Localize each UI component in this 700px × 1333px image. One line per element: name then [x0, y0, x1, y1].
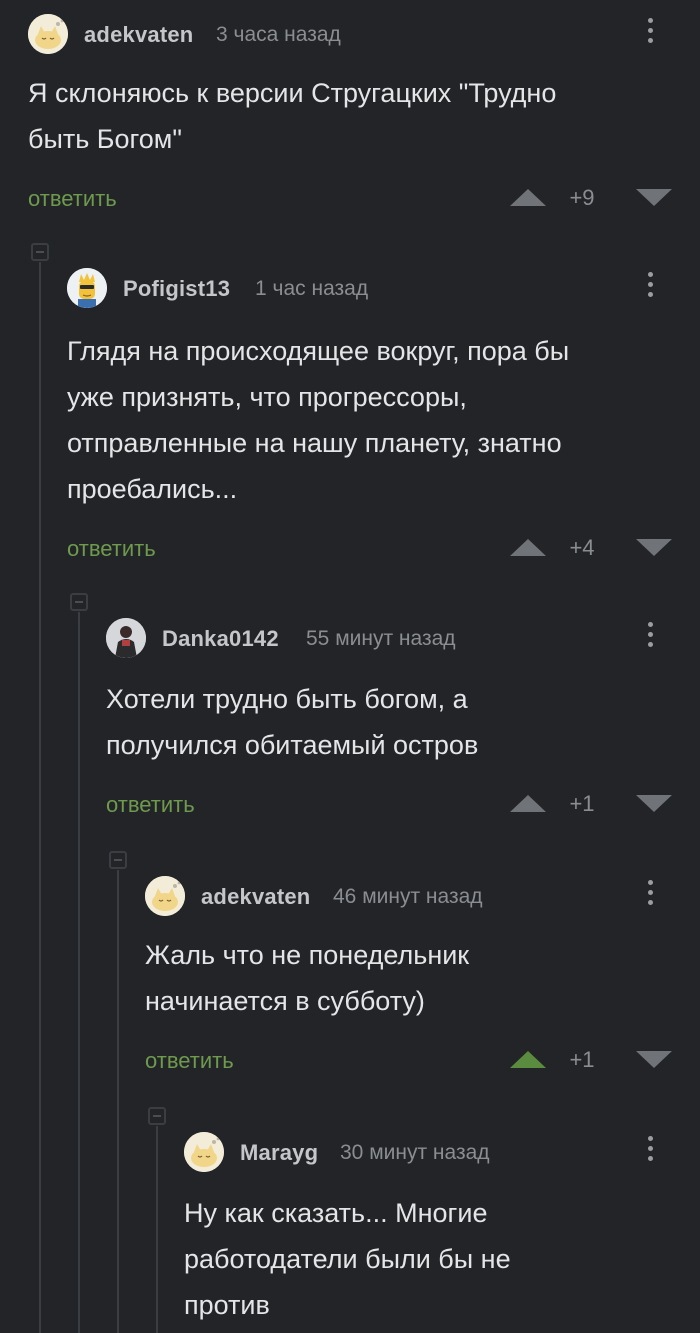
comment-time: 55 минут назад	[306, 627, 456, 650]
comment-score: +9	[569, 185, 595, 210]
username[interactable]: Pofigist13	[123, 276, 230, 302]
comment-time: 1 час назад	[255, 277, 369, 300]
comment-text: Жаль что не понедельник начинается в суб…	[145, 940, 470, 1016]
thread-line	[117, 870, 119, 1333]
upvote-icon[interactable]	[510, 189, 546, 206]
comment-text: Ну как сказать... Многие работодатели бы…	[184, 1198, 511, 1320]
simpson-character-avatar[interactable]	[67, 268, 107, 308]
upvote-icon[interactable]	[510, 539, 546, 556]
upvote-icon[interactable]	[510, 1051, 546, 1068]
downvote-icon[interactable]	[636, 795, 672, 812]
vote-controls: +9	[502, 183, 672, 213]
username[interactable]: adekvaten	[201, 884, 310, 910]
upvote-icon[interactable]	[510, 795, 546, 812]
username[interactable]: Danka0142	[162, 626, 279, 652]
comment-header: adekvaten 46 минут назад	[117, 862, 700, 932]
reply-button[interactable]: ответить	[145, 1048, 234, 1074]
cat-sleeping-avatar[interactable]	[145, 876, 185, 916]
more-options-icon[interactable]	[642, 18, 658, 52]
comment-text: Хотели трудно быть богом, а получился об…	[106, 684, 479, 760]
downvote-icon[interactable]	[636, 1051, 672, 1068]
username[interactable]: adekvaten	[84, 22, 193, 48]
comment-time: 30 минут назад	[340, 1141, 490, 1164]
comment-text: Глядя на происходящее вокруг, пора бы уж…	[67, 336, 570, 504]
comment-text: Я склоняюсь к версии Стругацких "Трудно …	[28, 78, 557, 154]
more-options-icon[interactable]	[642, 1136, 658, 1170]
comment-score: +1	[569, 791, 595, 816]
vote-controls: +1	[502, 1045, 672, 1075]
thread-line	[78, 612, 80, 1333]
cat-sleeping-avatar[interactable]	[184, 1132, 224, 1172]
downvote-icon[interactable]	[636, 189, 672, 206]
username[interactable]: Marayg	[240, 1140, 318, 1166]
thread-line	[39, 262, 41, 1333]
downvote-icon[interactable]	[636, 539, 672, 556]
comment: Pofigist13 1 час назад Глядя на происход…	[39, 254, 700, 561]
comment-time: 3 часа назад	[216, 23, 341, 46]
comment: adekvaten 3 часа назад Я склоняюсь к вер…	[0, 0, 700, 211]
cat-sleeping-avatar[interactable]	[28, 14, 68, 54]
reply-button[interactable]: ответить	[28, 186, 117, 212]
reply-button[interactable]: ответить	[67, 536, 156, 562]
reply-button[interactable]: ответить	[106, 792, 195, 818]
comment-header: Pofigist13 1 час назад	[39, 254, 700, 324]
more-options-icon[interactable]	[642, 880, 658, 914]
comment: adekvaten 46 минут назад Жаль что не пон…	[117, 862, 700, 1073]
comment-header: adekvaten 3 часа назад	[0, 0, 700, 70]
comment-time: 46 минут назад	[333, 885, 483, 908]
more-options-icon[interactable]	[642, 272, 658, 306]
comment-header: Marayg 30 минут назад	[156, 1118, 700, 1188]
vote-controls: +4	[502, 533, 672, 563]
more-options-icon[interactable]	[642, 622, 658, 656]
comment-score: +1	[569, 1047, 595, 1072]
comment: Marayg 30 минут назад Ну как сказать... …	[156, 1118, 700, 1320]
comment-header: Danka0142 55 минут назад	[78, 604, 700, 674]
vote-controls: +1	[502, 789, 672, 819]
person-photo-avatar[interactable]	[106, 618, 146, 658]
comment-score: +4	[569, 535, 595, 560]
comment: Danka0142 55 минут назад Хотели трудно б…	[78, 604, 700, 817]
